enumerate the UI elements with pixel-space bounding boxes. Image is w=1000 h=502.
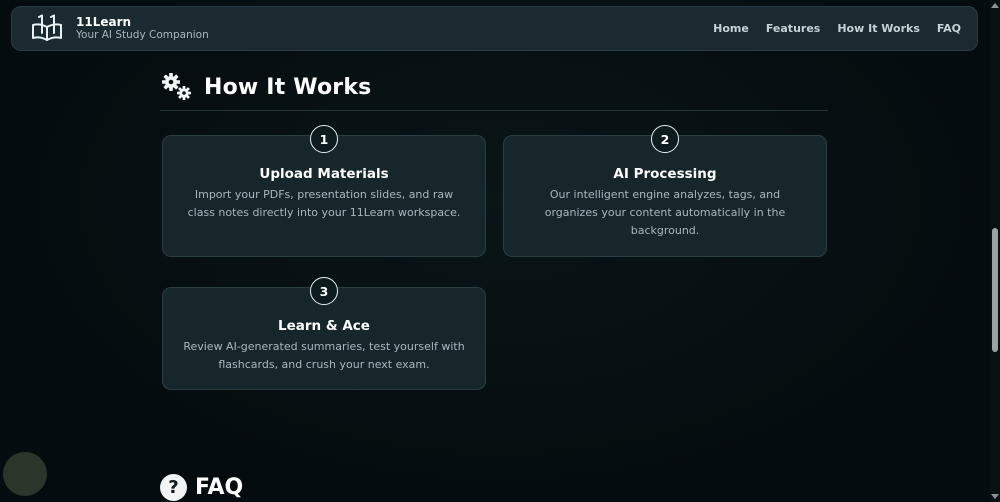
question-circle-icon: ?: [160, 474, 187, 501]
nav-link-home[interactable]: Home: [713, 22, 749, 35]
step-card-upload: 1 Upload Materials Import your PDFs, pre…: [162, 125, 486, 257]
page-scrollbar[interactable]: [990, 0, 1000, 502]
brand-text: 11Learn Your AI Study Companion: [76, 15, 209, 42]
step-card-processing: 2 AI Processing Our intelligent engine a…: [503, 125, 827, 257]
step-description: Review AI-generated summaries, test your…: [183, 340, 465, 371]
step-title: AI Processing: [613, 166, 717, 182]
step-title: Learn & Ace: [278, 318, 370, 334]
step-description: Our intelligent engine analyzes, tags, a…: [544, 188, 786, 237]
book-logo-icon: [32, 14, 62, 41]
step-number-badge: 1: [310, 125, 338, 153]
how-it-works-heading: How It Works: [160, 72, 828, 102]
step-card-learn: 3 Learn & Ace Review AI-generated summar…: [162, 277, 486, 390]
section-title: How It Works: [204, 74, 372, 100]
brand-tagline: Your AI Study Companion: [76, 29, 209, 42]
nav-link-features[interactable]: Features: [766, 22, 820, 35]
scrollbar-thumb[interactable]: [992, 228, 998, 352]
nav-links: Home Features How It Works FAQ: [713, 22, 961, 35]
corner-watermark: [3, 452, 47, 496]
brand[interactable]: 11Learn Your AI Study Companion: [30, 14, 209, 44]
scroll-up-arrow-icon[interactable]: [991, 3, 999, 8]
step-number-badge: 2: [651, 125, 679, 153]
step-number-badge: 3: [310, 277, 338, 305]
navbar: 11Learn Your AI Study Companion Home Fea…: [11, 6, 978, 51]
brand-name: 11Learn: [76, 15, 132, 29]
section-divider: [160, 110, 828, 111]
page: 11Learn Your AI Study Companion Home Fea…: [0, 0, 1000, 502]
nav-link-how-it-works[interactable]: How It Works: [837, 22, 920, 35]
step-title: Upload Materials: [259, 166, 389, 182]
faq-heading: ? FAQ: [160, 474, 243, 501]
scroll-down-arrow-icon[interactable]: [991, 494, 999, 499]
step-description: Import your PDFs, presentation slides, a…: [187, 188, 461, 219]
nav-link-faq[interactable]: FAQ: [937, 22, 961, 35]
faq-title: FAQ: [195, 475, 244, 500]
gears-icon: [162, 73, 191, 100]
